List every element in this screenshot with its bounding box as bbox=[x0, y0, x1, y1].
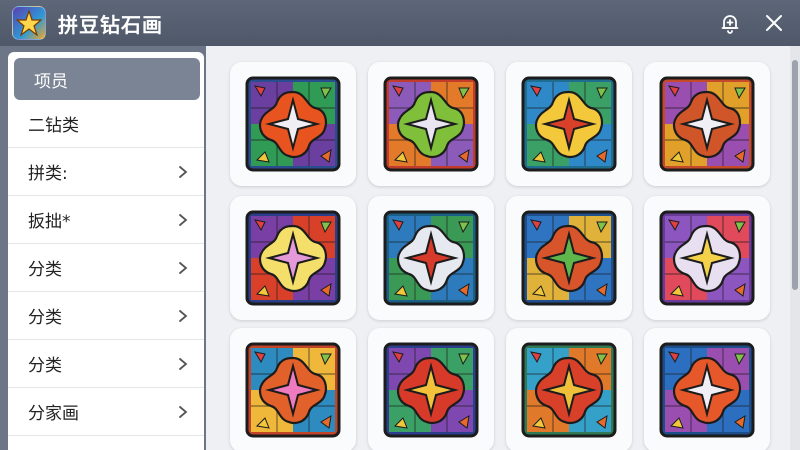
pattern-card[interactable] bbox=[644, 62, 770, 186]
puzzle-star-thumbnail bbox=[521, 76, 617, 172]
sidebar-item[interactable]: 分类 bbox=[8, 244, 204, 292]
sidebar-item[interactable]: 二钻类 bbox=[8, 100, 204, 148]
chevron-right-icon bbox=[179, 309, 188, 322]
puzzle-star-thumbnail bbox=[383, 342, 479, 438]
sidebar-item-label: 扳拙* bbox=[28, 212, 71, 232]
sidebar-item-label: 分家画 bbox=[28, 404, 79, 424]
sidebar-item[interactable]: 分类 bbox=[8, 340, 204, 388]
puzzle-star-thumbnail bbox=[659, 342, 755, 438]
sidebar-item[interactable]: 分类 bbox=[8, 292, 204, 340]
close-icon[interactable] bbox=[756, 5, 792, 41]
pattern-card[interactable] bbox=[506, 62, 632, 186]
pattern-card[interactable] bbox=[230, 196, 356, 320]
pattern-card[interactable] bbox=[644, 328, 770, 450]
chevron-right-icon bbox=[179, 165, 188, 178]
pattern-card[interactable] bbox=[506, 196, 632, 320]
puzzle-star-thumbnail bbox=[245, 210, 341, 306]
puzzle-star-thumbnail bbox=[245, 76, 341, 172]
chevron-right-icon bbox=[179, 213, 188, 226]
sidebar-item-label: 分类 bbox=[28, 260, 62, 280]
puzzle-star-thumbnail bbox=[383, 76, 479, 172]
bell-plus-icon[interactable] bbox=[712, 5, 748, 41]
chevron-right-icon bbox=[179, 405, 188, 418]
sidebar-item[interactable]: 扳拙* bbox=[8, 196, 204, 244]
sidebar-item[interactable]: 拼类: bbox=[8, 148, 204, 196]
pattern-card[interactable] bbox=[230, 62, 356, 186]
pattern-card[interactable] bbox=[368, 196, 494, 320]
sidebar-item-label: 拼类: bbox=[28, 164, 68, 184]
grid-scrollbar[interactable] bbox=[790, 46, 800, 450]
puzzle-star-thumbnail bbox=[521, 210, 617, 306]
puzzle-star-thumbnail bbox=[245, 342, 341, 438]
puzzle-star-thumbnail bbox=[659, 210, 755, 306]
pattern-card[interactable] bbox=[368, 328, 494, 450]
category-sidebar: 项员 二钻类 拼类: 扳拙* 分类 分类 分类 分家画 bbox=[8, 52, 204, 450]
pattern-card[interactable] bbox=[368, 62, 494, 186]
pattern-grid bbox=[206, 46, 790, 450]
puzzle-star-thumbnail bbox=[659, 76, 755, 172]
title-bar: 拼豆钻石画 bbox=[0, 0, 800, 46]
sidebar-item-label: 分类 bbox=[28, 308, 62, 328]
sidebar-item-label: 二钻类 bbox=[28, 116, 79, 136]
puzzle-star-thumbnail bbox=[521, 342, 617, 438]
window-title: 拼豆钻石画 bbox=[58, 12, 163, 37]
sidebar-item-label: 项员 bbox=[34, 71, 68, 92]
pattern-card[interactable] bbox=[506, 328, 632, 450]
chevron-right-icon bbox=[179, 357, 188, 370]
sidebar-item[interactable]: 分家画 bbox=[8, 388, 204, 436]
scroll-thumb[interactable] bbox=[792, 60, 798, 290]
sidebar-item-label: 分类 bbox=[28, 356, 62, 376]
chevron-right-icon bbox=[179, 261, 188, 274]
app-star-icon bbox=[12, 6, 46, 40]
pattern-card[interactable] bbox=[230, 328, 356, 450]
puzzle-star-thumbnail bbox=[383, 210, 479, 306]
sidebar-item[interactable]: 项员 bbox=[14, 58, 200, 100]
pattern-card[interactable] bbox=[644, 196, 770, 320]
